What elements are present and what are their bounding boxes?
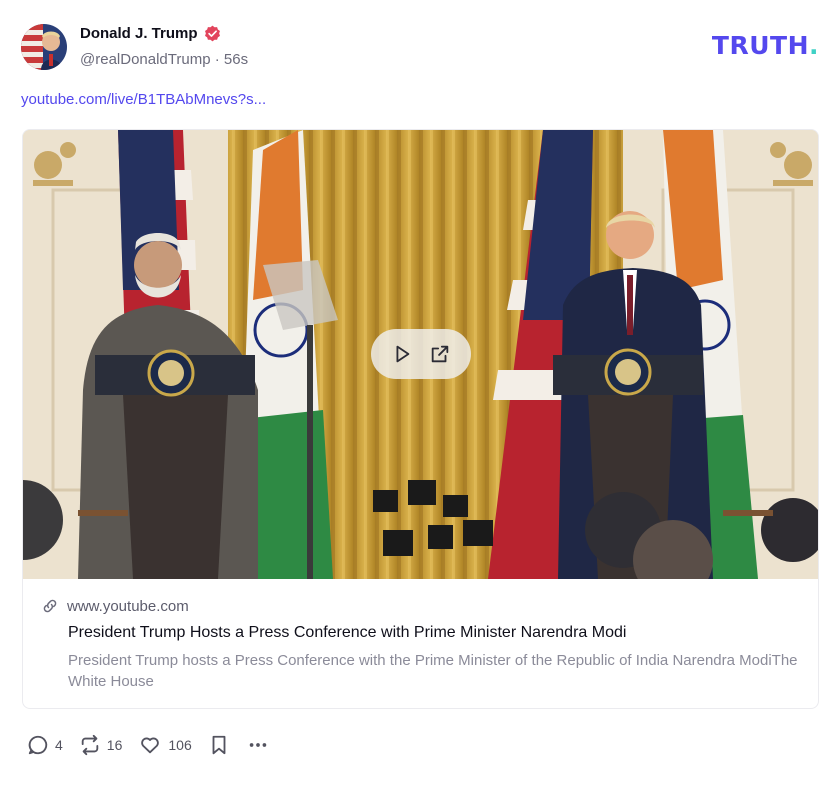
card-domain: www.youtube.com [67, 597, 189, 615]
link-icon [41, 597, 59, 615]
truth-logo[interactable]: TRUTH. [712, 31, 819, 60]
external-link-icon[interactable] [429, 343, 451, 365]
like-count: 106 [168, 737, 192, 753]
repost-count: 16 [106, 737, 123, 753]
reply-button[interactable]: 4 [27, 734, 63, 756]
avatar[interactable] [21, 24, 67, 70]
verified-badge-icon [204, 25, 221, 42]
logo-dot: . [809, 31, 819, 60]
repost-icon [79, 734, 101, 756]
reply-icon [27, 734, 49, 756]
bookmark-button[interactable] [208, 734, 230, 756]
reply-count: 4 [55, 737, 63, 753]
more-icon [246, 734, 270, 756]
author-handle[interactable]: @realDonaldTrump [80, 51, 211, 68]
media-controls [371, 329, 471, 379]
post-time[interactable]: 56s [224, 51, 248, 68]
heart-icon [138, 734, 162, 756]
handle-and-time: @realDonaldTrump · 56s [80, 51, 248, 68]
bookmark-icon [208, 734, 230, 756]
logo-text: TRUTH [711, 31, 809, 60]
post-link[interactable]: youtube.com/live/B1TBAbMnevs?s... [21, 91, 266, 108]
repost-button[interactable]: 16 [79, 734, 123, 756]
author-name[interactable]: Donald J. Trump [80, 25, 198, 42]
like-button[interactable]: 106 [138, 734, 192, 756]
video-thumbnail[interactable] [23, 130, 818, 579]
separator: · [214, 51, 220, 68]
card-title[interactable]: President Trump Hosts a Press Conference… [68, 624, 802, 642]
post-header: Donald J. Trump @realDonaldTrump · 56s T… [21, 22, 821, 72]
link-preview-card[interactable]: www.youtube.com President Trump Hosts a … [22, 129, 819, 709]
more-button[interactable] [246, 734, 270, 756]
card-description: President Trump hosts a Press Conference… [68, 652, 798, 690]
card-meta: www.youtube.com President Trump Hosts a … [23, 579, 818, 708]
post-actions: 4 16 106 [27, 732, 286, 758]
play-icon[interactable] [391, 343, 413, 365]
